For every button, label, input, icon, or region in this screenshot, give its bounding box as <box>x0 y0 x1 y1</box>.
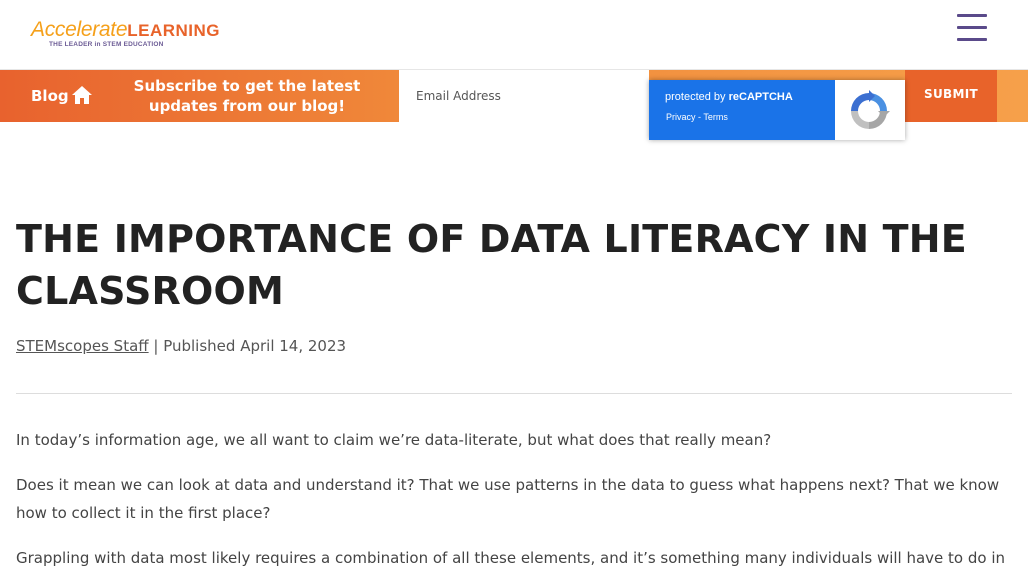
divider <box>16 393 1012 394</box>
recaptcha-info-panel: protected by reCAPTCHA Privacy - Terms <box>649 80 835 140</box>
site-header: AccelerateLEARNING THE LEADER in STEM ED… <box>0 0 1028 70</box>
article-paragraph: Grappling with data most likely requires… <box>16 549 1006 567</box>
home-icon[interactable] <box>71 85 93 105</box>
blog-link[interactable]: Blog <box>31 86 69 106</box>
logo-wordmark: AccelerateLEARNING <box>31 18 220 41</box>
article-paragraph: Does it mean we can look at data and und… <box>16 476 1000 522</box>
hamburger-menu-icon[interactable] <box>955 14 989 44</box>
subscribe-message: Subscribe to get the latest updates from… <box>133 77 361 115</box>
page-title: THE IMPORTANCE OF DATA LITERACY IN THE C… <box>16 217 967 313</box>
article-paragraph: In today’s information age, we all want … <box>16 431 772 449</box>
recaptcha-links: Privacy - Terms <box>666 112 728 122</box>
recaptcha-logo-icon <box>851 90 890 129</box>
email-field[interactable] <box>399 70 649 122</box>
recaptcha-privacy-link[interactable]: Privacy <box>666 112 696 122</box>
recaptcha-protected-text: protected by reCAPTCHA <box>665 91 793 103</box>
recaptcha-badge: protected by reCAPTCHA Privacy - Terms <box>649 80 905 140</box>
recaptcha-terms-link[interactable]: Terms <box>703 112 728 122</box>
submit-button[interactable]: SUBMIT <box>905 70 997 122</box>
logo-tagline: THE LEADER in STEM EDUCATION <box>49 41 164 48</box>
article-byline: STEMscopes Staff | Published April 14, 2… <box>16 337 347 355</box>
accelerate-learning-logo[interactable]: AccelerateLEARNING THE LEADER in STEM ED… <box>31 18 220 52</box>
published-label: Published <box>163 337 236 355</box>
publish-date: April 14, 2023 <box>240 337 347 355</box>
author-link[interactable]: STEMscopes Staff <box>16 337 149 355</box>
